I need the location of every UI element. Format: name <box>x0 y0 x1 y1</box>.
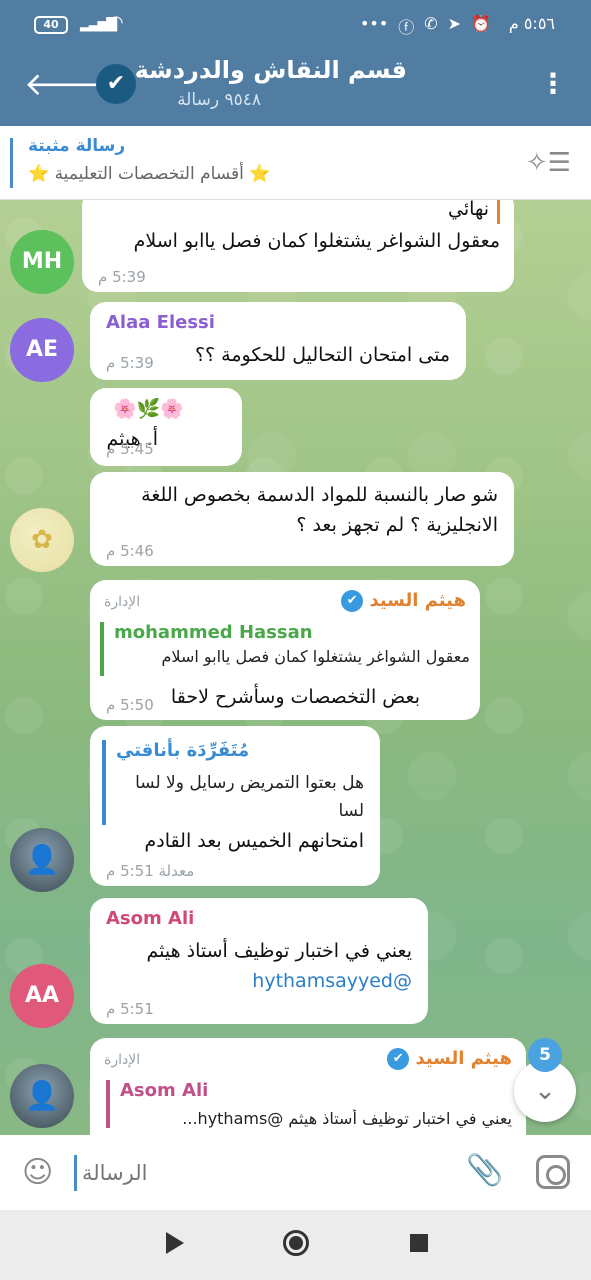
message-time: 5:39 م <box>106 354 154 372</box>
system-nav-bar <box>0 1210 591 1280</box>
battery-icon: 40 <box>34 16 68 34</box>
chevron-down-icon: ⌄ <box>534 1076 556 1106</box>
unread-count-badge[interactable]: 5 <box>528 1038 562 1072</box>
pinned-indicator <box>10 138 13 188</box>
nav-recents-icon[interactable] <box>410 1234 428 1252</box>
reply-text: هل بعتوا التمريض رسايل ولا لسا <box>135 773 364 793</box>
reply-tail: نهائي <box>448 200 500 224</box>
person-icon: 👤 <box>24 1079 60 1112</box>
message-text: امتحانهم الخميس بعد القادم <box>144 830 364 852</box>
reply-text: يعني في اختبار توظيف أستاذ هيثم @hythams… <box>182 1109 512 1128</box>
chat-header: 🡐 ✔ قسم النقاش والدردشة ٩٥٤٨ رسالة ⋮ <box>0 52 591 126</box>
facebook-icon: ⓕ <box>398 18 415 37</box>
status-bar: 40 ▂▃▅▇ ◠ ••• ⓕ ✆ ➤ ⏰ ٥:٥٦ م <box>0 0 591 52</box>
message-time: معدلة 5:51 م <box>106 862 195 880</box>
sender-name[interactable]: هيثم السيد ✔ <box>387 1048 512 1070</box>
verified-icon: ✔ <box>341 590 364 612</box>
clock: ٥:٥٦ م <box>508 14 555 33</box>
reply-quote[interactable]: mohammed Hassan معقول الشواغر يشتغلوا كم… <box>100 622 470 676</box>
message-input[interactable] <box>82 1153 402 1193</box>
sender-name[interactable]: هيثم السيد ✔ <box>341 590 466 612</box>
message-text: متى امتحان التحاليل للحكومة ؟؟ <box>194 344 450 366</box>
message-bubble[interactable]: نهائي معقول الشواغر يشتغلوا كمان فصل ياا… <box>82 200 514 292</box>
alarm-icon: ⏰ <box>471 14 491 33</box>
avatar[interactable]: 👤 <box>10 1064 74 1128</box>
message-time: 5:46 م <box>106 542 154 560</box>
text-cursor <box>74 1155 77 1191</box>
avatar[interactable]: AE <box>10 318 74 382</box>
message-bubble[interactable]: 🌸🌿🌸 أ. هيثم 5:45 م <box>90 388 242 466</box>
pin-list-icon[interactable]: ✧☰ <box>526 148 571 178</box>
person-icon: 👤 <box>24 843 60 876</box>
pinned-message[interactable]: رسالة مثبتة ⭐ أقسام التخصصات التعليمية ⭐… <box>0 126 591 200</box>
mention-link[interactable]: @hythamsayyed <box>252 966 412 996</box>
admin-badge: الإدارة <box>104 594 141 610</box>
verified-icon: ✔ <box>387 1048 410 1070</box>
pinned-label: رسالة مثبتة <box>28 136 126 156</box>
sender-name[interactable]: Asom Ali <box>106 908 194 929</box>
message-bubble[interactable]: الإدارة هيثم السيد ✔ Asom Ali يعني في اخ… <box>90 1038 526 1135</box>
wifi-icon: ◠ <box>108 12 124 33</box>
sender-name-text: هيثم السيد <box>369 590 466 611</box>
message-bubble[interactable]: شو صار بالنسبة للمواد الدسمة بخصوص اللغة… <box>90 472 514 566</box>
message-emoji: 🌸🌿🌸 <box>113 398 184 420</box>
whatsapp-icon: ✆ <box>424 14 438 33</box>
avatar[interactable]: ✿ <box>10 508 74 572</box>
message-bubble[interactable]: الإدارة هيثم السيد ✔ mohammed Hassan معق… <box>90 580 480 720</box>
reply-sender: Asom Ali <box>120 1080 209 1101</box>
message-list[interactable]: MH نهائي معقول الشواغر يشتغلوا كمان فصل … <box>0 200 591 1135</box>
notification-icons: ••• ⓕ ✆ ➤ ⏰ <box>360 14 491 38</box>
message-text: شو صار بالنسبة للمواد الدسمة بخصوص اللغة… <box>141 484 498 536</box>
chat-title[interactable]: قسم النقاش والدردشة <box>135 56 407 84</box>
reply-sender: mohammed Hassan <box>114 622 313 643</box>
admin-badge: الإدارة <box>104 1052 141 1068</box>
message-time: 5:51 م <box>106 1000 154 1018</box>
camera-icon[interactable] <box>536 1155 570 1189</box>
nav-back-icon[interactable] <box>166 1232 184 1254</box>
reply-quote[interactable]: مُتَفَرِّدَة بأناقتي هل بعتوا التمريض رس… <box>102 740 364 825</box>
message-bubble[interactable]: مُتَفَرِّدَة بأناقتي هل بعتوا التمريض رس… <box>90 726 380 886</box>
reply-text: معقول الشواغر يشتغلوا كمان فصل ياابو اسل… <box>161 647 471 666</box>
avatar[interactable]: 👤 <box>10 828 74 892</box>
message-text: معقول الشواغر يشتغلوا كمان فصل ياابو اسل… <box>133 230 500 252</box>
message-count: ٩٥٤٨ رسالة <box>177 90 261 110</box>
more-dots-icon: ••• <box>359 14 389 33</box>
channel-avatar[interactable]: ✔ <box>96 64 136 104</box>
pinned-text: ⭐ أقسام التخصصات التعليمية ⭐ <box>28 164 271 184</box>
flower-icon: ✿ <box>31 525 53 555</box>
message-bubble[interactable]: Alaa Elessi متى امتحان التحاليل للحكومة … <box>90 302 466 380</box>
message-composer: ☺ 📎 <box>0 1135 591 1210</box>
reply-text-line: لسا <box>338 801 364 821</box>
attach-icon[interactable]: 📎 <box>466 1153 503 1188</box>
sender-name-text: هيثم السيد <box>415 1048 512 1069</box>
message-text: بعض التخصصات وسأشرح لاحقا <box>170 686 420 708</box>
sender-name[interactable]: Alaa Elessi <box>106 312 215 333</box>
emoji-icon[interactable]: ☺ <box>22 1155 53 1190</box>
nav-home-icon[interactable] <box>283 1230 309 1256</box>
reply-quote[interactable]: Asom Ali يعني في اختبار توظيف أستاذ هيثم… <box>106 1080 512 1128</box>
reply-sender: مُتَفَرِّدَة بأناقتي <box>116 740 250 761</box>
more-options-icon[interactable]: ⋮ <box>539 70 567 98</box>
message-time: 5:39 م <box>98 268 146 286</box>
telegram-icon: ➤ <box>447 14 462 33</box>
message-time: 5:45 م <box>106 440 154 458</box>
message-text: يعني في اختبار توظيف أستاذ هيثم <box>146 940 412 962</box>
message-bubble[interactable]: Asom Ali يعني في اختبار توظيف أستاذ هيثم… <box>90 898 428 1024</box>
message-time: 5:50 م <box>106 696 154 714</box>
avatar[interactable]: AA <box>10 964 74 1028</box>
avatar[interactable]: MH <box>10 230 74 294</box>
